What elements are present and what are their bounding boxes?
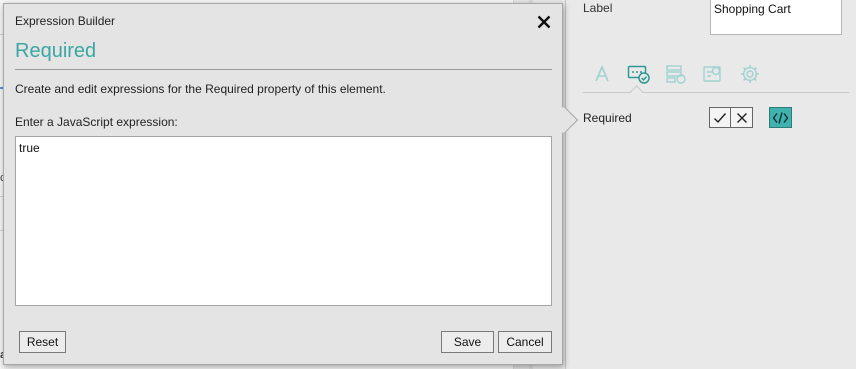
dialog-description: Create and edit expressions for the Requ… — [15, 82, 386, 96]
tabs-divider — [583, 92, 849, 93]
check-icon — [714, 112, 727, 123]
expression-builder-dialog: Expression Builder Required Create and e… — [3, 3, 579, 365]
dialog-title: Expression Builder — [15, 14, 116, 28]
required-yes-button[interactable] — [709, 107, 731, 128]
heading-divider — [15, 69, 552, 70]
code-icon — [772, 111, 789, 124]
properties-panel: Label Shopping Cart Required — [565, 0, 856, 369]
validation-icon[interactable] — [627, 62, 651, 86]
reset-button[interactable]: Reset — [19, 331, 66, 353]
form-settings-icon[interactable] — [701, 62, 725, 86]
cancel-button[interactable]: Cancel — [498, 331, 552, 353]
label-field[interactable]: Shopping Cart — [710, 0, 842, 35]
data-list-icon[interactable] — [664, 62, 688, 86]
text-format-icon[interactable] — [590, 62, 614, 86]
gear-icon[interactable] — [738, 62, 762, 86]
property-heading: Required — [15, 40, 97, 62]
property-tabs — [590, 62, 762, 86]
x-icon — [736, 112, 747, 123]
expression-prompt: Enter a JavaScript expression: — [15, 115, 178, 129]
save-button[interactable]: Save — [441, 331, 494, 353]
expression-builder-button[interactable] — [769, 107, 792, 128]
expression-input[interactable]: true — [15, 136, 552, 306]
active-tab-indicator — [630, 85, 643, 98]
label-caption: Label — [583, 1, 613, 15]
required-toggle — [709, 107, 753, 128]
close-icon — [537, 15, 551, 29]
required-no-button[interactable] — [731, 107, 753, 128]
required-label: Required — [583, 111, 632, 125]
close-button[interactable] — [534, 12, 554, 32]
